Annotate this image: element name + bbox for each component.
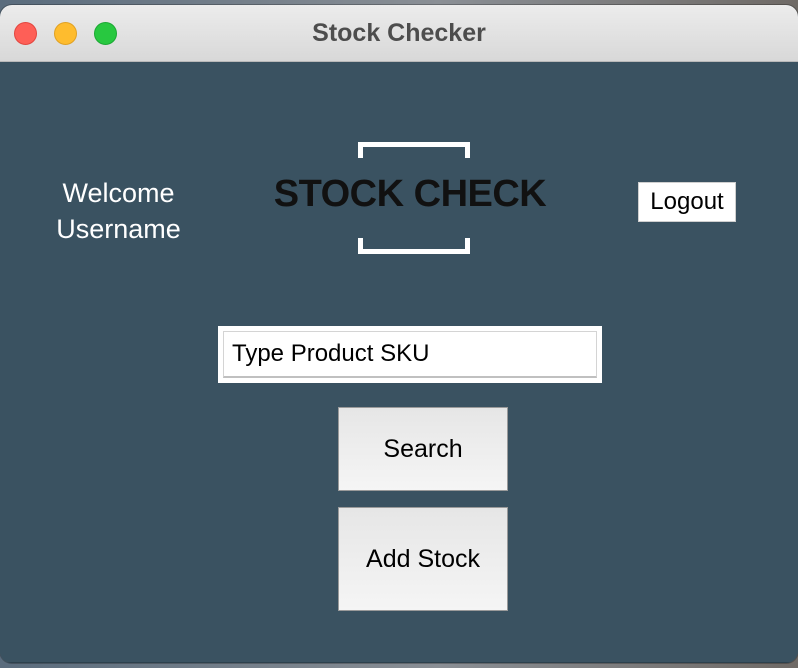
sku-search-box (218, 326, 602, 383)
logo-text: STOCK CHECK (273, 173, 547, 215)
stock-check-logo: STOCK CHECK (262, 142, 558, 254)
app-window: Stock Checker Welcome Username STOCK CHE… (0, 5, 798, 663)
welcome-message: Welcome Username (36, 175, 201, 247)
logo-bracket-top (358, 142, 470, 158)
sku-search-input[interactable] (223, 331, 597, 378)
window-bottom-edge (0, 662, 798, 663)
logo-bracket-bottom (358, 238, 470, 254)
username-label: Username (56, 214, 181, 244)
logout-button[interactable]: Logout (638, 182, 736, 222)
welcome-label: Welcome (62, 178, 175, 208)
search-button[interactable]: Search (338, 407, 508, 491)
window-title: Stock Checker (312, 19, 486, 47)
add-stock-button[interactable]: Add Stock (338, 507, 508, 611)
title-bar[interactable]: Stock Checker (0, 5, 798, 62)
main-panel: Welcome Username STOCK CHECK Logout Sear… (0, 62, 798, 663)
